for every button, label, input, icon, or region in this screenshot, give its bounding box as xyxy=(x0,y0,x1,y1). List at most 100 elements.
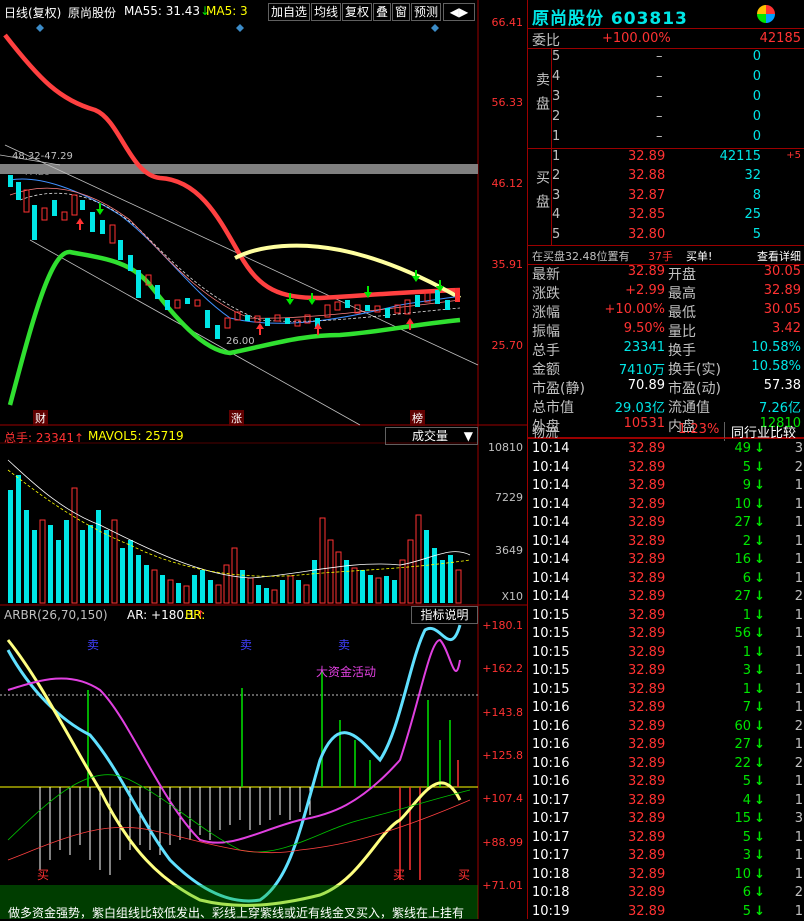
tick-row: 10:1732.895↓1 xyxy=(528,829,804,848)
price-axis: 66.41 56.33 46.12 35.91 25.70 xyxy=(478,0,527,425)
sell-level: 2–0 xyxy=(528,109,804,129)
tick-time: 10:16 xyxy=(532,774,569,789)
tick-row: 10:1832.896↓2 xyxy=(528,884,804,903)
sell-level: 3–0 xyxy=(528,89,804,109)
period-markers xyxy=(36,24,439,32)
tick-time: 10:15 xyxy=(532,645,569,660)
indicator-dropdown[interactable]: 成交量▼ xyxy=(385,427,478,445)
tick-price: 32.89 xyxy=(628,719,665,734)
tick-deals: 1 xyxy=(795,904,803,919)
tick-price: 32.89 xyxy=(628,793,665,808)
tick-volume: 27 xyxy=(734,589,751,604)
tick-volume: 2 xyxy=(743,534,751,549)
tick-deals: 1 xyxy=(795,774,803,789)
kline-chart-svg xyxy=(0,0,527,920)
buy-queue-row[interactable]: 在买盘32.48位置有 37手 买单! 查看详细 xyxy=(528,246,804,266)
sell-level: 4–0 xyxy=(528,69,804,89)
tick-list[interactable]: 10:1432.8949↓310:1432.895↓210:1432.899↓1… xyxy=(528,440,804,919)
indicator-help-button[interactable]: 指标说明 xyxy=(411,606,478,624)
tick-volume: 15 xyxy=(734,811,751,826)
tick-volume: 22 xyxy=(734,756,751,771)
tick-time: 10:16 xyxy=(532,756,569,771)
kline-chart-area[interactable]: 日线(复权) 原尚股份 MA55: 31.43↓ MA5: 3 加自选 均线 复… xyxy=(0,0,527,919)
tick-row: 10:1432.8949↓3 xyxy=(528,440,804,459)
tick-time: 10:15 xyxy=(532,626,569,641)
volume-tick: 10810 xyxy=(478,441,523,454)
stat-row: 金额7410万换手(实)10.58% xyxy=(528,359,804,379)
down-arrow-icon: ↓ xyxy=(754,700,765,715)
tick-volume: 56 xyxy=(734,626,751,641)
down-arrow-icon: ↓ xyxy=(754,848,765,863)
volume-tick: 7229 xyxy=(478,491,523,504)
down-arrow-icon: ↓ xyxy=(754,756,765,771)
tick-row: 10:1432.8927↓1 xyxy=(528,514,804,533)
tick-row: 10:1732.8915↓3 xyxy=(528,810,804,829)
tick-volume: 9 xyxy=(743,478,751,493)
buy-marker: 买 xyxy=(393,866,405,883)
tick-row: 10:1432.892↓1 xyxy=(528,533,804,552)
arbr-tick: +180.1 xyxy=(478,619,523,632)
tick-time: 10:18 xyxy=(532,885,569,900)
tick-volume: 10 xyxy=(734,867,751,882)
high-label: 47.29 xyxy=(22,167,51,178)
tick-volume: 3 xyxy=(743,663,751,678)
down-arrow-icon: ↓ xyxy=(754,626,765,641)
tick-price: 32.89 xyxy=(628,885,665,900)
tick-time: 10:14 xyxy=(532,571,569,586)
buy-marker: 买 xyxy=(37,866,49,883)
tick-volume: 5 xyxy=(743,830,751,845)
tick-row: 10:1432.896↓1 xyxy=(528,570,804,589)
stock-title: 原尚股份 603813 xyxy=(532,4,688,29)
limit-up-marker[interactable]: 涨 xyxy=(229,410,244,426)
down-arrow-icon: ↓ xyxy=(754,460,765,475)
tick-deals: 2 xyxy=(795,885,803,900)
down-arrow-icon: ↓ xyxy=(754,571,765,586)
tick-volume: 60 xyxy=(734,719,751,734)
tick-time: 10:16 xyxy=(532,719,569,734)
tick-row: 10:1632.895↓1 xyxy=(528,773,804,792)
tick-deals: 2 xyxy=(795,460,803,475)
arbr-tick: +71.01 xyxy=(478,879,523,892)
down-arrow-icon: ↓ xyxy=(754,478,765,493)
arbr-tick: +88.99 xyxy=(478,836,523,849)
tick-price: 32.89 xyxy=(628,571,665,586)
tick-volume: 10 xyxy=(734,497,751,512)
buy-level: 232.8832 xyxy=(528,168,804,188)
tick-volume: 16 xyxy=(734,552,751,567)
tick-row: 10:1932.895↓1 xyxy=(528,903,804,921)
down-arrow-icon: ↓ xyxy=(754,608,765,623)
arbr-title: ARBR(26,70,150) xyxy=(4,608,108,622)
tick-volume: 6 xyxy=(743,885,751,900)
stat-row: 涨幅+10.00%最低30.05 xyxy=(528,302,804,322)
tick-price: 32.89 xyxy=(628,497,665,512)
arbr-tick: +143.8 xyxy=(478,706,523,719)
down-arrow-icon: ↓ xyxy=(754,793,765,808)
tick-price: 32.89 xyxy=(628,645,665,660)
industry-row[interactable]: 物流 1.23% 同行业比较 xyxy=(528,421,804,439)
tick-deals: 1 xyxy=(795,737,803,752)
tick-volume: 5 xyxy=(743,460,751,475)
tick-row: 10:1632.8927↓1 xyxy=(528,736,804,755)
pie-menu-icon[interactable] xyxy=(757,5,775,23)
tick-deals: 1 xyxy=(795,867,803,882)
tick-time: 10:15 xyxy=(532,682,569,697)
tick-price: 32.89 xyxy=(628,682,665,697)
stat-row: 总市值29.03亿流通值7.26亿 xyxy=(528,397,804,417)
volume-unit: X10 xyxy=(478,590,523,603)
tick-row: 10:1432.8927↓2 xyxy=(528,588,804,607)
view-detail-link[interactable]: 查看详细 xyxy=(757,248,801,264)
tick-deals: 2 xyxy=(795,719,803,734)
tick-row: 10:1532.891↓1 xyxy=(528,681,804,700)
tick-time: 10:15 xyxy=(532,663,569,678)
arbr-tick: +125.8 xyxy=(478,749,523,762)
tick-deals: 1 xyxy=(795,682,803,697)
finance-marker[interactable]: 财 xyxy=(33,410,48,426)
buy-marker: 买 xyxy=(458,866,470,883)
tick-volume: 49 xyxy=(734,441,751,456)
tick-deals: 1 xyxy=(795,793,803,808)
tick-price: 32.89 xyxy=(628,848,665,863)
down-arrow-icon: ↓ xyxy=(754,830,765,845)
tick-row: 10:1432.895↓2 xyxy=(528,459,804,478)
down-arrow-icon: ↓ xyxy=(754,737,765,752)
ranking-marker[interactable]: 榜 xyxy=(410,410,425,426)
